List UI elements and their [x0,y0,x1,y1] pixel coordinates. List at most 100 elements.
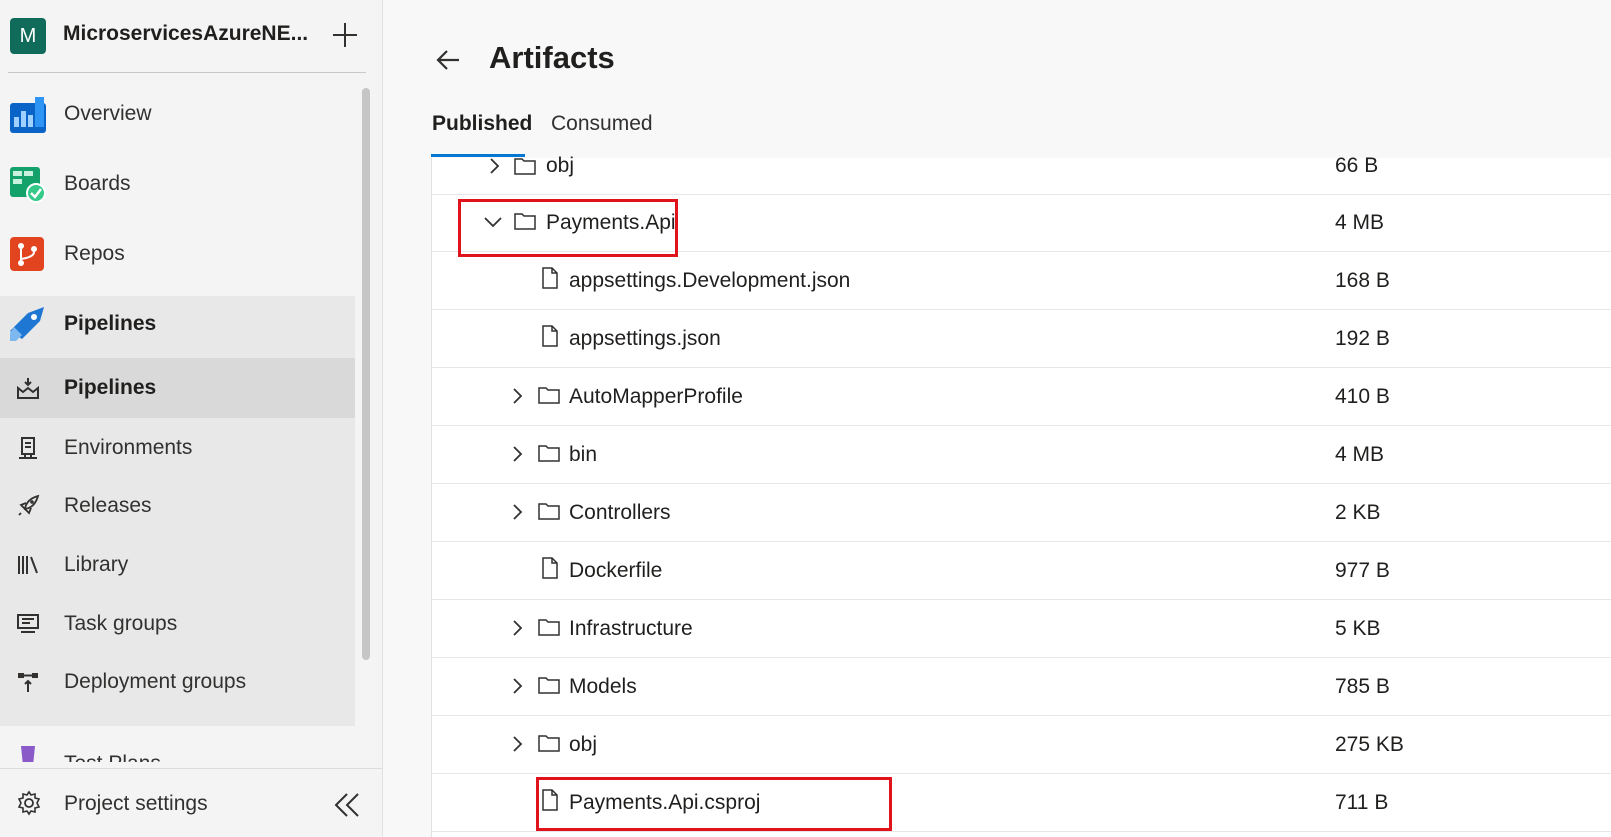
nav-item-overview[interactable]: Overview [0,80,355,150]
sub-item-task-groups[interactable]: Task groups [0,594,355,654]
nav-item-repos[interactable]: Repos [0,220,355,290]
chevron-right-icon[interactable] [509,446,525,462]
pipelines-sub-icon [16,376,40,400]
highlight-box-payments-api [458,199,678,257]
deployment-groups-icon [16,670,40,694]
tree-row[interactable]: Infrastructure 5 KB [432,599,1611,658]
tree-row-name: AutoMapperProfile [569,385,743,408]
chevron-right-icon[interactable] [509,736,525,752]
tree-row-size: 168 B [1335,269,1390,292]
nav-label-boards: Boards [64,172,131,195]
main-content: Artifacts Published Consumed obj 66 B Pa… [383,0,1611,837]
tree-row-size: 4 MB [1335,211,1385,234]
nav-item-pipelines[interactable]: Pipelines [0,290,355,360]
project-name[interactable]: MicroservicesAzureNE... [63,22,308,46]
nav-label-overview: Overview [64,102,152,125]
tree-row[interactable]: obj 66 B [432,136,1611,195]
divider [8,72,366,73]
chevron-right-icon[interactable] [486,158,502,174]
nav-label-repos: Repos [64,242,125,265]
sub-item-library[interactable]: Library [0,535,355,595]
library-icon [16,553,40,577]
folder-icon [538,500,560,522]
sidebar-scrollbar[interactable] [362,88,370,660]
project-header[interactable]: M MicroservicesAzureNE... [0,0,382,72]
file-icon [539,557,561,579]
tree-row[interactable]: Models 785 B [432,657,1611,716]
folder-icon [538,674,560,696]
add-icon[interactable] [330,20,360,50]
chevron-right-icon[interactable] [509,678,525,694]
back-arrow-icon[interactable] [433,45,463,75]
tree-row[interactable]: Dockerfile 977 B [432,541,1611,600]
sub-label-task-groups: Task groups [64,612,178,635]
tree-row-size: 5 KB [1335,617,1381,640]
sub-item-environments[interactable]: Environments [0,418,355,478]
tree-row[interactable]: bin 4 MB [432,425,1611,484]
project-settings[interactable]: Project settings [0,770,382,837]
test-plans-icon [18,746,38,762]
tree-row-size: 2 KB [1335,501,1381,524]
tree-row-size: 711 B [1335,791,1389,814]
pipelines-icon [10,307,46,343]
tree-row-size: 192 B [1335,327,1390,350]
tree-row[interactable]: obj 275 KB [432,715,1611,774]
page-title: Artifacts [489,40,615,75]
tree-row-name: bin [569,443,598,466]
folder-icon [538,384,560,406]
tree-row-size: 785 B [1335,675,1390,698]
file-icon [539,267,561,289]
nav-item-boards[interactable]: Boards [0,150,355,220]
sub-item-releases[interactable]: Releases [0,476,355,536]
tree-row[interactable]: appsettings.Development.json 168 B [432,251,1611,310]
tree-row-size: 4 MB [1335,443,1385,466]
tree-row-size: 275 KB [1335,733,1404,756]
sub-label-environments: Environments [64,436,193,459]
tree-row-size: 66 B [1335,154,1379,177]
tree-row[interactable]: Controllers 2 KB [432,483,1611,542]
folder-icon [514,155,536,177]
tree-row[interactable]: appsettings.json 192 B [432,309,1611,368]
sidebar: M MicroservicesAzureNE... Overview Board… [0,0,383,837]
sub-item-pipelines[interactable]: Pipelines [0,358,355,418]
sub-label-pipelines: Pipelines [64,376,157,399]
divider [0,768,382,769]
folder-icon [538,732,560,754]
tree-row-size: 977 B [1335,559,1390,582]
tree-row-name: Infrastructure [569,617,693,640]
tree-row-name: Controllers [569,501,671,524]
tree-row[interactable]: AutoMapperProfile 410 B [432,367,1611,426]
folder-icon [538,442,560,464]
project-settings-label: Project settings [64,792,208,815]
sub-label-library: Library [64,553,129,576]
sub-item-deployment-groups[interactable]: Deployment groups [0,652,355,712]
nav-label-pipelines: Pipelines [64,312,157,335]
repos-icon [10,237,46,273]
chevron-right-icon[interactable] [509,620,525,636]
collapse-sidebar-icon[interactable] [332,790,362,820]
sub-label-deployment-groups: Deployment groups [64,670,247,693]
releases-icon [16,494,40,518]
tree-row-name: obj [569,733,598,756]
chevron-right-icon[interactable] [509,504,525,520]
gear-icon [16,790,42,816]
boards-icon [10,167,46,203]
overview-icon [10,97,46,133]
folder-icon [538,616,560,638]
tree-row-name: appsettings.Development.json [569,269,851,292]
environments-icon [16,436,40,460]
nav-item-test-plans[interactable]: Test Plans [0,740,355,762]
tree-row-name: Models [569,675,637,698]
tree-row-name: appsettings.json [569,327,721,350]
tree-row-size: 410 B [1335,385,1390,408]
artifact-tree: obj 66 B Payments.Api 4 MB appsettings.D… [431,154,1611,837]
nav-label-test-plans: Test Plans [64,752,161,762]
highlight-box-csproj [536,777,892,831]
file-icon [539,325,561,347]
project-avatar: M [10,18,46,54]
chevron-right-icon[interactable] [509,388,525,404]
tree-row-name: Dockerfile [569,559,663,582]
sub-label-releases: Releases [64,494,152,517]
task-groups-icon [16,612,40,636]
tree-row-name: obj [546,154,575,177]
